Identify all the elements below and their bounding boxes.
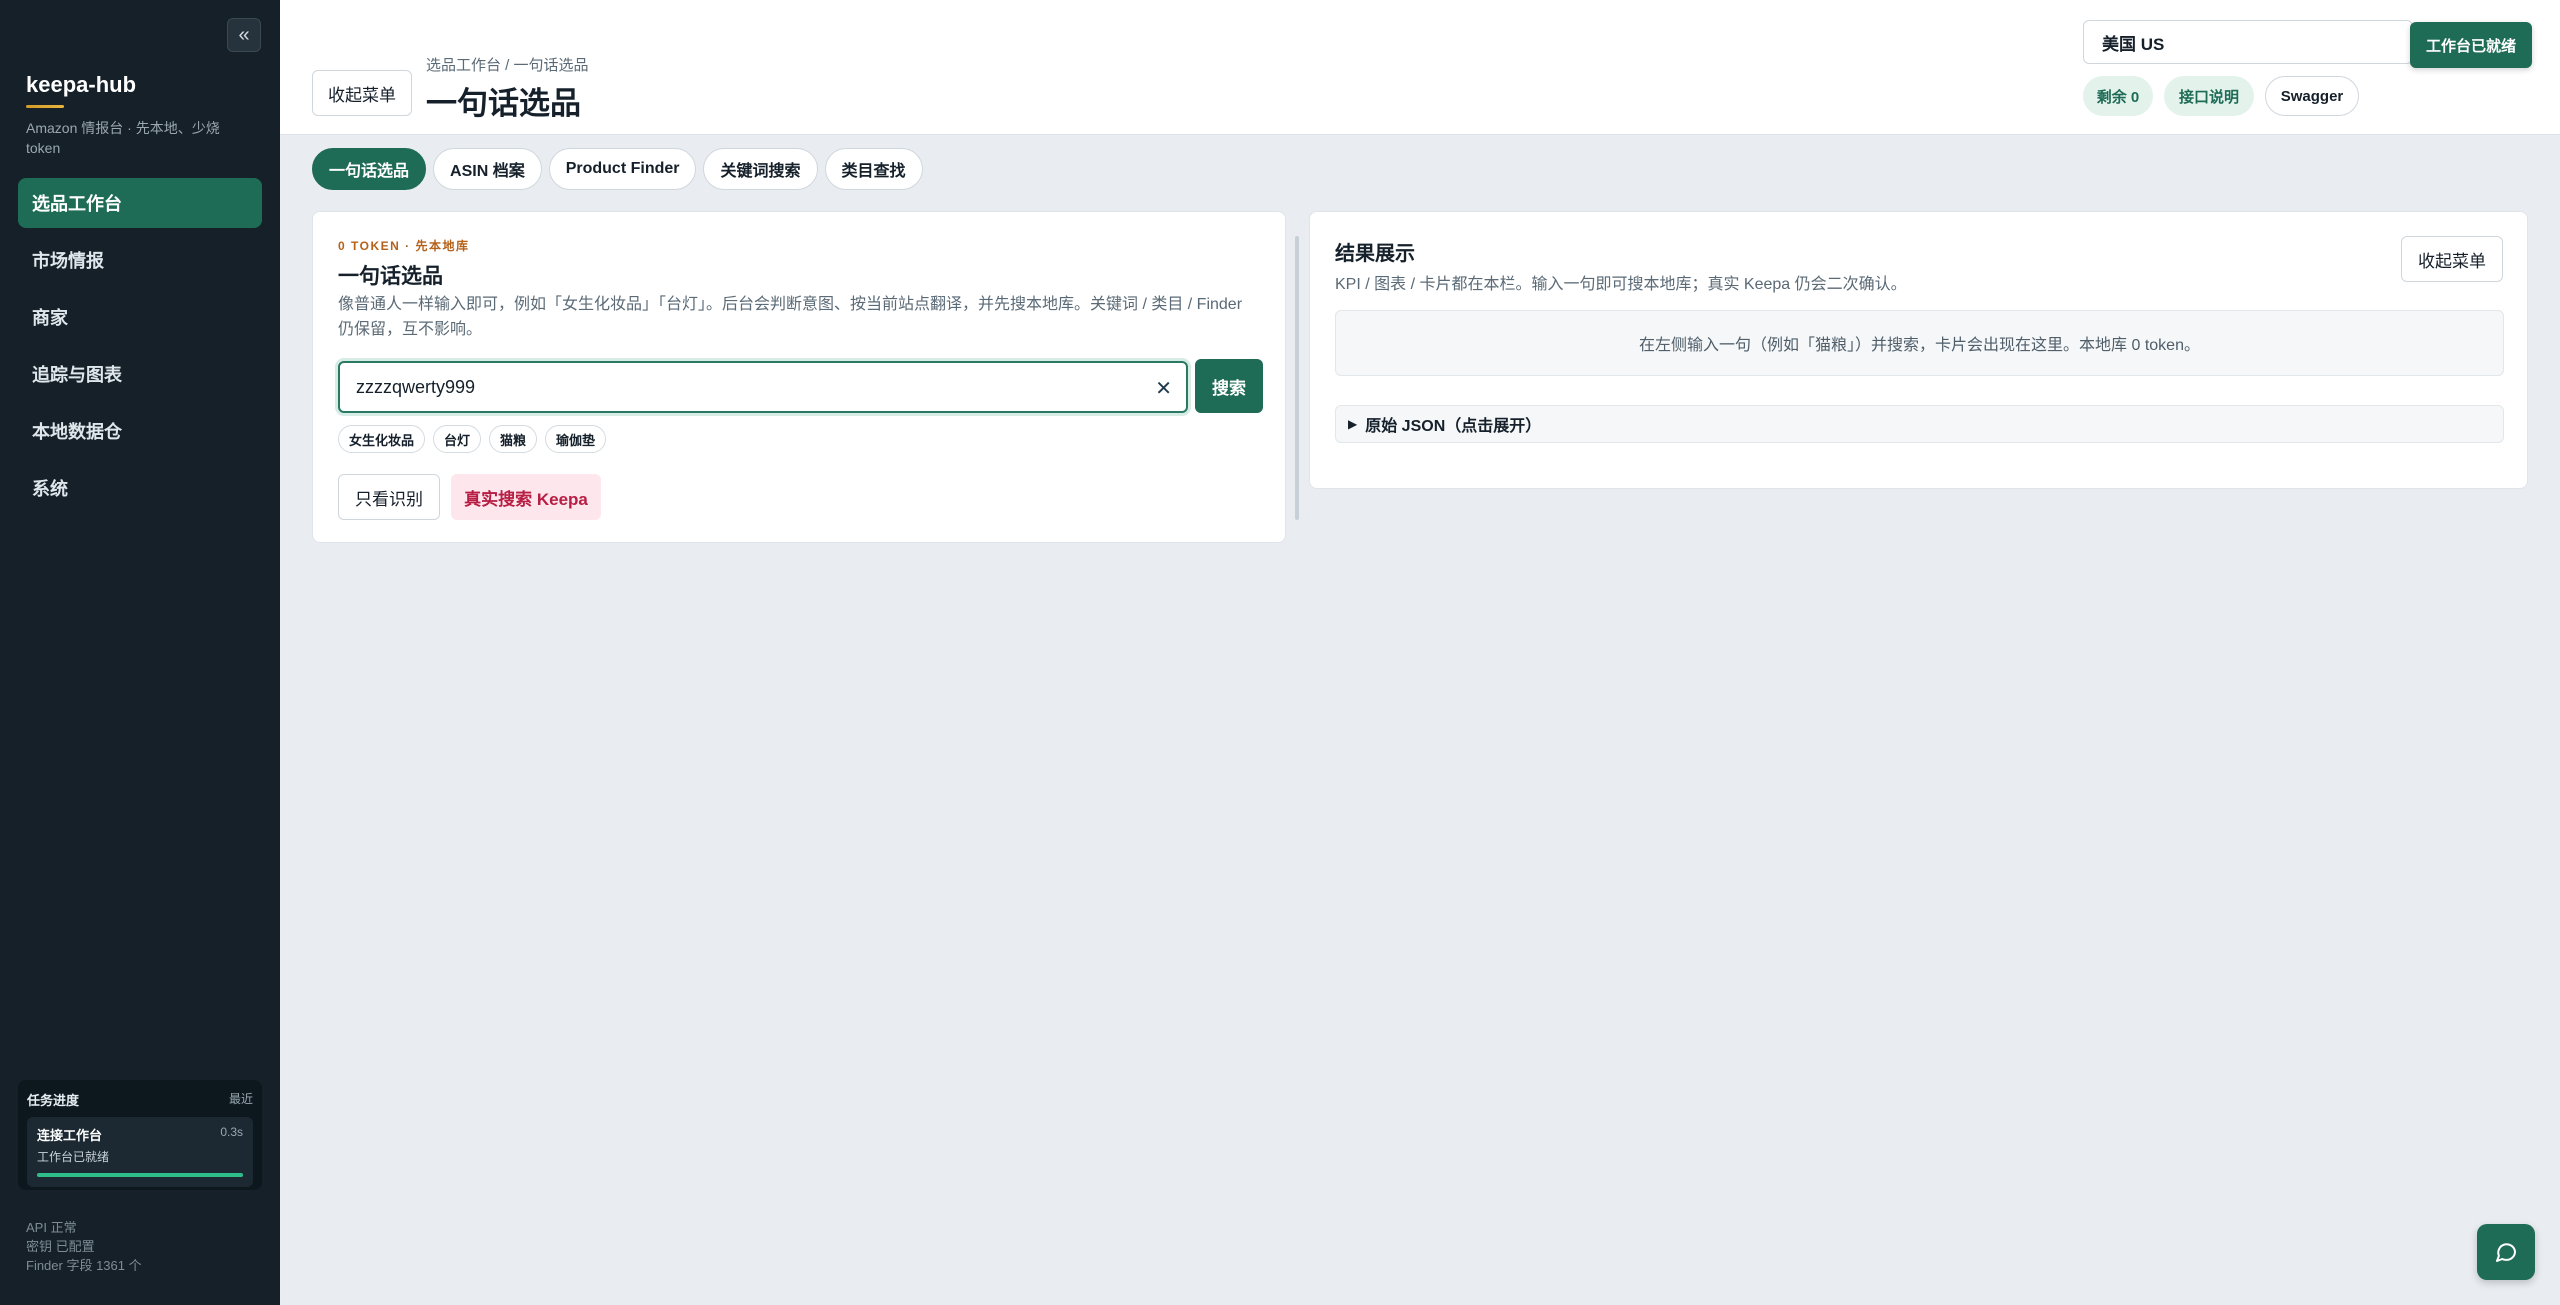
chip-cat-food[interactable]: 猫粮 <box>489 425 538 453</box>
tab-asin-profile[interactable]: ASIN 档案 <box>433 148 542 190</box>
sidebar-item-market[interactable]: 市场情报 <box>18 235 262 285</box>
sidebar-item-sellers[interactable]: 商家 <box>18 292 262 342</box>
query-card: 0 TOKEN · 先本地库 一句话选品 像普通人一样输入即可，例如「女生化妆品… <box>312 211 1286 543</box>
task-progress-panel: 任务进度 最近 连接工作台 0.3s 工作台已就绪 <box>18 1080 262 1190</box>
sidebar-collapse-button[interactable]: « <box>227 18 261 52</box>
tab-keyword-search[interactable]: 关键词搜索 <box>703 148 818 190</box>
swagger-button[interactable]: Swagger <box>2265 76 2359 116</box>
raw-json-toggle[interactable]: ▶ 原始 JSON（点击展开） <box>1335 405 2504 443</box>
brand-subtitle: Amazon 情报台 · 先本地、少烧 token <box>26 120 220 156</box>
results-empty-state: 在左侧输入一句（例如「猫粮」）并搜索，卡片会出现在这里。本地库 0 token。 <box>1335 310 2504 376</box>
raw-json-label: 原始 JSON（点击展开） <box>1365 418 1542 435</box>
task-progress-title: 任务进度 <box>27 1093 80 1108</box>
sidebar-item-system[interactable]: 系统 <box>18 463 262 513</box>
task-item-name: 连接工作台 <box>37 1128 103 1143</box>
tab-category-lookup[interactable]: 类目查找 <box>824 148 923 190</box>
task-progress-bar <box>37 1173 243 1177</box>
tab-product-finder[interactable]: Product Finder <box>548 148 697 190</box>
search-button[interactable]: 搜索 <box>1195 359 1263 413</box>
chat-button[interactable] <box>2477 1224 2535 1280</box>
breadcrumb: 选品工作台 / 一句话选品 <box>426 57 589 74</box>
sidebar: « keepa-hub Amazon 情报台 · 先本地、少烧 token 选品… <box>0 0 280 1305</box>
task-item-time: 0.3s <box>220 1125 243 1139</box>
double-chevron-left-icon: « <box>238 23 250 46</box>
chip-cosmetics[interactable]: 女生化妆品 <box>338 425 426 453</box>
market-select[interactable]: 美国 US <box>2083 20 2413 64</box>
example-chips: 女生化妆品 台灯 猫粮 瑜伽垫 <box>338 425 607 453</box>
results-card: 结果展示 KPI / 图表 / 卡片都在本栏。输入一句即可搜本地库；真实 Kee… <box>1309 211 2528 489</box>
feature-tabs: 一句话选品 ASIN 档案 Product Finder 关键词搜索 类目查找 <box>312 148 923 190</box>
query-card-description: 像普通人一样输入即可，例如「女生化妆品」「台灯」。后台会判断意图、按当前站点翻译… <box>338 296 1243 338</box>
real-keepa-search-button[interactable]: 真实搜索 Keepa <box>451 474 601 520</box>
system-status: API 正常 密钥 已配置 Finder 字段 1361 个 <box>26 1218 142 1275</box>
api-status: API 正常 <box>26 1220 77 1235</box>
sidebar-item-tracking[interactable]: 追踪与图表 <box>18 349 262 399</box>
key-status: 密钥 已配置 <box>26 1239 95 1254</box>
results-title: 结果展示 <box>1335 243 1415 265</box>
brand-underline <box>26 105 64 108</box>
clear-icon[interactable]: ✕ <box>1155 376 1172 401</box>
search-field: ✕ <box>338 361 1188 413</box>
token-kicker: 0 TOKEN · 先本地库 <box>338 239 470 253</box>
tab-one-sentence[interactable]: 一句话选品 <box>312 148 427 190</box>
brand-logo: keepa-hub <box>26 72 137 97</box>
chip-desk-lamp[interactable]: 台灯 <box>433 425 482 453</box>
sidebar-item-local-db[interactable]: 本地数据仓 <box>18 406 262 456</box>
task-item-status: 工作台已就绪 <box>37 1150 110 1164</box>
page-title: 一句话选品 <box>426 86 581 121</box>
query-card-title: 一句话选品 <box>338 265 443 288</box>
finder-status: Finder 字段 1361 个 <box>26 1258 142 1273</box>
topbar: 收起菜单 选品工作台 / 一句话选品 一句话选品 美国 US 工作台已就绪 剩余… <box>280 0 2560 135</box>
search-input[interactable] <box>340 363 1186 411</box>
task-progress-fill <box>37 1173 243 1177</box>
api-doc-button[interactable]: 接口说明 <box>2164 76 2254 116</box>
chip-yoga-mat[interactable]: 瑜伽垫 <box>545 425 607 453</box>
workbench-ready-toast: 工作台已就绪 <box>2410 22 2532 68</box>
chat-bubble-icon <box>2496 1243 2517 1262</box>
panel-resize-handle[interactable] <box>1295 236 1299 520</box>
expand-triangle-icon: ▶ <box>1348 417 1358 431</box>
remaining-token-badge: 剩余 0 <box>2083 76 2153 116</box>
results-collapse-menu-button[interactable]: 收起菜单 <box>2401 236 2503 282</box>
task-recent-link[interactable]: 最近 <box>229 1090 253 1109</box>
sidebar-nav: 选品工作台 市场情报 商家 追踪与图表 本地数据仓 系统 <box>18 178 262 520</box>
task-item: 连接工作台 0.3s 工作台已就绪 <box>27 1117 253 1187</box>
collapse-menu-button[interactable]: 收起菜单 <box>312 70 412 116</box>
sidebar-item-workbench[interactable]: 选品工作台 <box>18 178 262 228</box>
recognize-only-button[interactable]: 只看识别 <box>338 474 440 520</box>
results-description: KPI / 图表 / 卡片都在本栏。输入一句即可搜本地库；真实 Keepa 仍会… <box>1335 276 1907 293</box>
